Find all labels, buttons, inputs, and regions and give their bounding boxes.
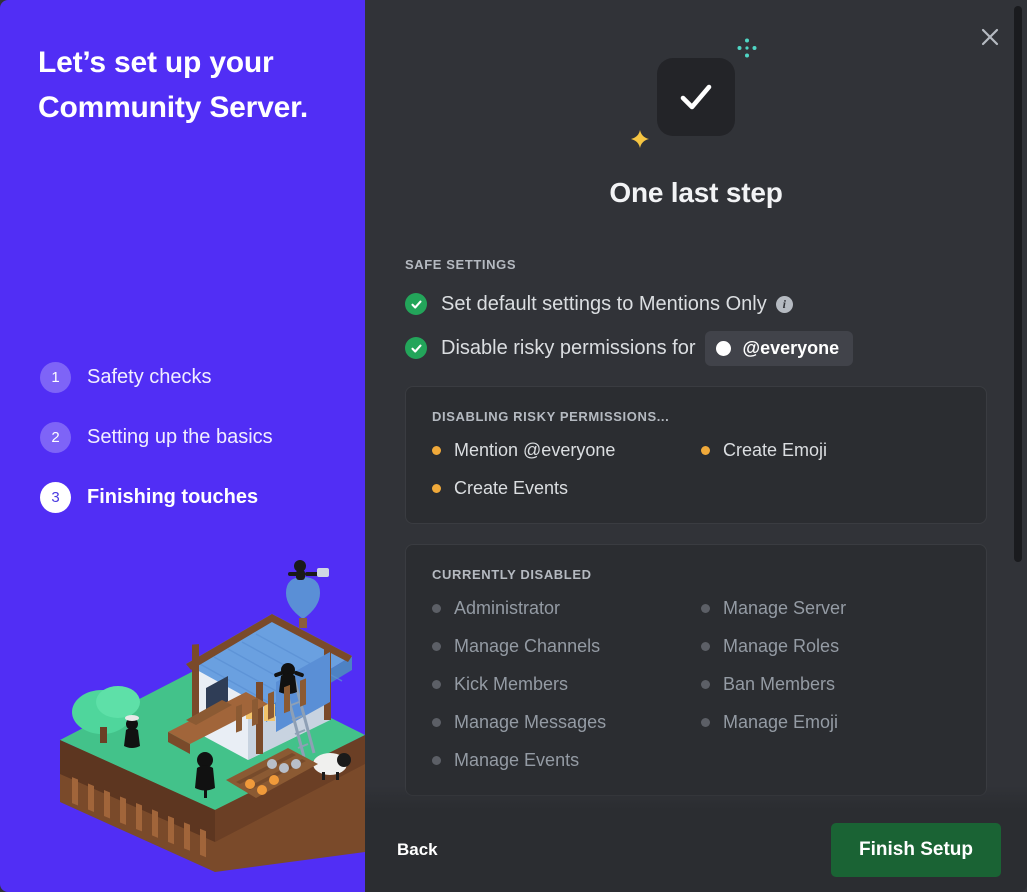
bullet-dot-icon bbox=[432, 756, 441, 765]
bullet-dot-icon bbox=[701, 718, 710, 727]
sidebar-heading: Let’s set up your Community Server. bbox=[38, 46, 309, 124]
modal-footer: Back Finish Setup bbox=[365, 786, 1027, 892]
permission-label: Kick Members bbox=[454, 674, 569, 694]
safe-setting-text: Disable risky permissions for bbox=[441, 336, 696, 359]
permission-label: Manage Events bbox=[454, 750, 580, 770]
permission-label: Manage Emoji bbox=[723, 712, 839, 732]
permission-label: Ban Members bbox=[723, 674, 836, 694]
permission-label: Manage Server bbox=[723, 598, 847, 618]
panel-title: DISABLING RISKY PERMISSIONS... bbox=[432, 409, 670, 424]
permission-item: Manage Channels bbox=[432, 636, 691, 657]
step-label: Finishing touches bbox=[87, 485, 259, 508]
back-button[interactable]: Back bbox=[393, 832, 442, 868]
panel-title: CURRENTLY DISABLED bbox=[432, 567, 592, 582]
permission-item: Administrator bbox=[432, 598, 691, 619]
page-title: One last step bbox=[609, 177, 783, 208]
check-circle-icon bbox=[405, 337, 427, 359]
isometric-farmhouse-illustration bbox=[0, 552, 365, 892]
finish-setup-button[interactable]: Finish Setup bbox=[831, 823, 1001, 877]
permission-item: Ban Members bbox=[701, 674, 960, 695]
sparkle-dots-icon bbox=[737, 38, 757, 58]
role-pill-everyone[interactable]: @everyone bbox=[704, 330, 854, 366]
permission-item: Manage Messages bbox=[432, 712, 691, 733]
step-number-badge: 1 bbox=[40, 361, 71, 393]
hero-graphic bbox=[405, 0, 987, 175]
bullet-dot-icon bbox=[701, 680, 710, 689]
permission-item: Manage Roles bbox=[701, 636, 960, 657]
permission-item: Manage Server bbox=[701, 598, 960, 619]
permission-item: Mention @everyone bbox=[432, 440, 691, 461]
scrollbar-thumb[interactable] bbox=[1014, 6, 1022, 562]
bullet-dot-icon bbox=[701, 604, 710, 613]
permission-item: Manage Emoji bbox=[701, 712, 960, 733]
community-setup-modal: Let’s set up your Community Server. 1 Sa… bbox=[0, 0, 1027, 892]
bullet-dot-icon bbox=[432, 680, 441, 689]
setup-scroll-area: One last step SAFE SETTINGS Set default … bbox=[365, 0, 1027, 808]
setup-steps-list: 1 Safety checks 2 Setting up the basics … bbox=[40, 357, 350, 537]
safe-setting-row-risky-permissions: Disable risky permissions for @everyone bbox=[405, 330, 987, 366]
info-icon[interactable]: i bbox=[775, 295, 793, 313]
disabling-permissions-grid: Mention @everyone Create Emoji Create Ev… bbox=[432, 440, 960, 499]
sidebar-step-safety-checks[interactable]: 1 Safety checks bbox=[40, 357, 350, 397]
safe-setting-row-mentions-only: Set default settings to Mentions Only i bbox=[405, 286, 987, 322]
permission-item: Create Events bbox=[432, 478, 691, 499]
vertical-scrollbar[interactable] bbox=[1013, 6, 1023, 802]
currently-disabled-panel: CURRENTLY DISABLED Administrator Manage … bbox=[405, 544, 987, 796]
step-label: Safety checks bbox=[87, 365, 212, 388]
safe-settings-label: SAFE SETTINGS bbox=[405, 257, 517, 272]
step-number-badge: 2 bbox=[40, 421, 71, 453]
bullet-dot-icon bbox=[432, 718, 441, 727]
step-number-badge: 3 bbox=[40, 481, 71, 513]
setup-main-panel: One last step SAFE SETTINGS Set default … bbox=[365, 0, 1027, 892]
permission-label: Create Events bbox=[454, 478, 569, 498]
permission-label: Create Emoji bbox=[723, 440, 828, 460]
bullet-dot-icon bbox=[432, 446, 441, 455]
bullet-dot-icon bbox=[701, 446, 710, 455]
bullet-dot-icon bbox=[701, 642, 710, 651]
permission-label: Manage Roles bbox=[723, 636, 840, 656]
sidebar-step-setting-up-basics[interactable]: 2 Setting up the basics bbox=[40, 417, 350, 457]
safe-setting-text: Set default settings to Mentions Only bbox=[441, 292, 767, 315]
close-icon[interactable] bbox=[975, 22, 1005, 52]
permission-item: Manage Events bbox=[432, 750, 691, 771]
permission-label: Manage Messages bbox=[454, 712, 607, 732]
permission-item: Create Emoji bbox=[701, 440, 960, 461]
permission-label: Administrator bbox=[454, 598, 561, 618]
checkmark-icon bbox=[657, 58, 735, 136]
currently-disabled-grid: Administrator Manage Server Manage Chann… bbox=[432, 598, 960, 771]
role-color-dot bbox=[715, 340, 731, 356]
role-name: @everyone bbox=[742, 337, 840, 358]
step-label: Setting up the basics bbox=[87, 425, 273, 448]
four-point-star-icon bbox=[631, 130, 649, 148]
permission-item: Kick Members bbox=[432, 674, 691, 695]
sidebar-step-finishing-touches[interactable]: 3 Finishing touches bbox=[40, 477, 350, 517]
bullet-dot-icon bbox=[432, 484, 441, 493]
bullet-dot-icon bbox=[432, 604, 441, 613]
check-circle-icon bbox=[405, 293, 427, 315]
setup-sidebar: Let’s set up your Community Server. 1 Sa… bbox=[0, 0, 365, 892]
disabling-risky-permissions-panel: DISABLING RISKY PERMISSIONS... Mention @… bbox=[405, 386, 987, 524]
bullet-dot-icon bbox=[432, 642, 441, 651]
permission-label: Manage Channels bbox=[454, 636, 601, 656]
permission-label: Mention @everyone bbox=[454, 440, 616, 460]
